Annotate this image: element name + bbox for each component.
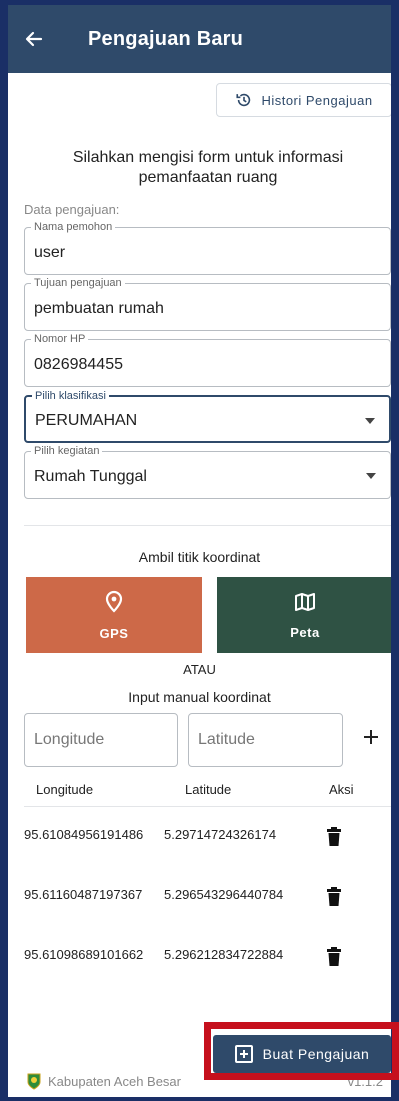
- history-icon: [236, 93, 251, 107]
- trash-icon[interactable]: [327, 887, 341, 912]
- nama-pemohon-value: user: [34, 244, 66, 261]
- row-latitude: 5.296212834722884: [164, 947, 284, 962]
- trash-icon[interactable]: [327, 947, 341, 972]
- row-longitude: 95.61098689101662: [24, 947, 144, 962]
- highlight-frame: [204, 1022, 399, 1080]
- chevron-down-icon: [366, 473, 376, 479]
- intro-text: Silahkan mengisi form untuk informasi pe…: [72, 149, 344, 186]
- plus-icon[interactable]: [358, 724, 384, 750]
- latitude-input[interactable]: [198, 731, 342, 749]
- tujuan-pengajuan-label: Tujuan pengajuan: [31, 277, 125, 289]
- kegiatan-select[interactable]: Pilih kegiatan Rumah Tunggal: [24, 445, 391, 499]
- table-divider: [24, 806, 391, 807]
- location-pin-icon: [105, 590, 123, 613]
- app-screen: Pengajuan Baru Histori Pengajuan Silahka…: [8, 5, 391, 1097]
- kegiatan-value: Rumah Tunggal: [34, 468, 147, 485]
- peta-label: Peta: [290, 624, 320, 640]
- coord-title: Ambil titik koordinat: [138, 549, 261, 565]
- peta-button[interactable]: Peta: [217, 577, 391, 653]
- row-longitude: 95.61160487197367: [24, 887, 143, 902]
- tujuan-pengajuan-value: pembuatan rumah: [34, 300, 164, 317]
- latitude-input-box[interactable]: [188, 713, 343, 767]
- table-header-aksi: Aksi: [329, 782, 354, 797]
- nomor-hp-label: Nomor HP: [31, 333, 89, 345]
- table-header-latitude: Latitude: [185, 782, 232, 797]
- tujuan-pengajuan-field[interactable]: Tujuan pengajuan pembuatan rumah: [24, 277, 391, 331]
- longitude-input-box[interactable]: [24, 713, 178, 767]
- chevron-down-icon: [365, 418, 375, 424]
- histori-pengajuan-label: Histori Pengajuan: [261, 92, 373, 108]
- footer-org: Kabupaten Aceh Besar: [48, 1074, 181, 1089]
- row-latitude: 5.296543296440784: [164, 887, 284, 902]
- nomor-hp-value: 0826984455: [34, 356, 123, 373]
- divider: [24, 525, 391, 526]
- table-header-longitude: Longitude: [36, 782, 94, 797]
- arrow-left-icon[interactable]: [8, 5, 60, 73]
- klasifikasi-label: Pilih klasifikasi: [32, 390, 109, 402]
- page-title: Pengajuan Baru: [88, 27, 244, 50]
- trash-icon[interactable]: [327, 827, 341, 852]
- longitude-input[interactable]: [34, 731, 177, 749]
- table-row: 95.61084956191486 5.29714724326174: [8, 827, 391, 887]
- gps-button[interactable]: GPS: [26, 577, 202, 653]
- histori-pengajuan-button[interactable]: Histori Pengajuan: [216, 83, 391, 117]
- atau-text: ATAU: [183, 662, 216, 677]
- nama-pemohon-label: Nama pemohon: [31, 221, 116, 233]
- nama-pemohon-field[interactable]: Nama pemohon user: [24, 221, 391, 275]
- map-icon: [295, 592, 315, 611]
- app-bar: Pengajuan Baru: [8, 5, 391, 73]
- klasifikasi-select[interactable]: Pilih klasifikasi PERUMAHAN: [24, 390, 391, 443]
- table-row: 95.61098689101662 5.296212834722884: [8, 947, 391, 1007]
- klasifikasi-value: PERUMAHAN: [35, 412, 138, 429]
- row-latitude: 5.29714724326174: [164, 827, 277, 842]
- manual-coord-label: Input manual koordinat: [128, 689, 271, 705]
- gps-label: GPS: [99, 625, 129, 641]
- nomor-hp-field[interactable]: Nomor HP 0826984455: [24, 333, 391, 387]
- table-row: 95.61160487197367 5.296543296440784: [8, 887, 391, 947]
- row-longitude: 95.61084956191486: [24, 827, 144, 842]
- section-label: Data pengajuan:: [24, 202, 120, 217]
- kegiatan-label: Pilih kegiatan: [31, 445, 103, 457]
- aceh-besar-logo: [27, 1073, 41, 1090]
